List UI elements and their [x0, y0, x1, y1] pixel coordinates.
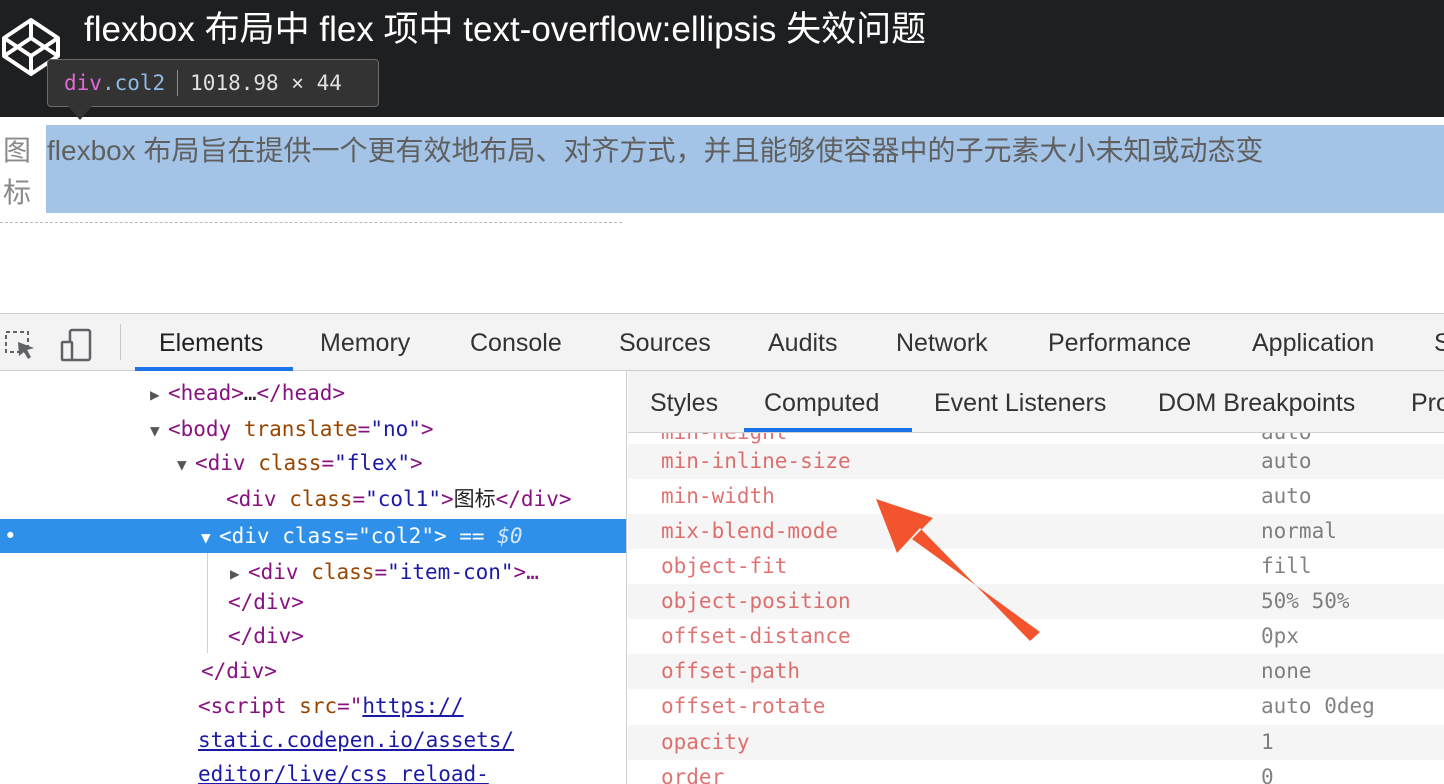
tab-console[interactable]: Console: [470, 314, 562, 370]
page-title: flexbox 布局中 flex 项中 text-overflow:ellips…: [84, 10, 927, 49]
inspect-element-icon[interactable]: [4, 328, 38, 362]
computed-properties-list: min-height auto min-inline-size auto min…: [628, 433, 1444, 784]
property-value: 0px: [1261, 624, 1299, 648]
subtab-computed[interactable]: Computed: [764, 371, 879, 433]
tree-node-head[interactable]: ▶ <head>…</head>: [150, 376, 345, 410]
collapse-triangle-icon[interactable]: ▼: [201, 521, 219, 555]
active-subtab-indicator: [744, 428, 912, 432]
tree-indent-guide: [207, 553, 208, 653]
tree-node-col1[interactable]: <div class="col1">图标</div>: [226, 482, 571, 516]
tab-network[interactable]: Network: [896, 314, 988, 370]
property-name: order: [661, 765, 725, 784]
tab-elements[interactable]: Elements: [159, 314, 263, 370]
property-value: auto: [1261, 449, 1312, 473]
tab-overflow[interactable]: S: [1434, 314, 1444, 370]
tab-application[interactable]: Application: [1252, 314, 1374, 370]
tab-sources[interactable]: Sources: [619, 314, 711, 370]
collapse-triangle-icon[interactable]: ▼: [150, 414, 168, 448]
subtab-event-listeners[interactable]: Event Listeners: [934, 371, 1106, 433]
property-value: 1: [1261, 730, 1274, 754]
property-name: object-fit: [661, 554, 788, 578]
property-name: mix-blend-mode: [661, 519, 839, 543]
computed-row[interactable]: mix-blend-mode normal: [628, 514, 1444, 549]
property-name: min-width: [661, 484, 775, 508]
tree-node-col2-selected[interactable]: • ▼ <div class="col2"> == $0: [0, 519, 626, 553]
tree-node-body[interactable]: ▼ <body translate="no">: [150, 412, 434, 446]
tree-node-item-con[interactable]: ▶ <div class="item-con">…: [230, 555, 539, 589]
devtools-tabbar: Elements Memory Console Sources Audits N…: [0, 313, 1444, 371]
toolbar-divider: [120, 324, 121, 360]
computed-row[interactable]: min-width auto: [628, 479, 1444, 514]
property-value: auto: [1261, 484, 1312, 508]
property-name: opacity: [661, 730, 750, 754]
tooltip-dimensions: 1018.98 × 44: [190, 71, 342, 95]
computed-row[interactable]: offset-distance 0px: [628, 619, 1444, 654]
property-value: fill: [1261, 554, 1312, 578]
expand-triangle-icon[interactable]: ▶: [150, 378, 168, 412]
device-toolbar-icon[interactable]: [60, 328, 94, 362]
tree-node-flex[interactable]: ▼ <div class="flex">: [177, 446, 423, 480]
tooltip-pointer: [68, 106, 92, 120]
property-value: 0: [1261, 765, 1274, 784]
preview-divider: [0, 222, 622, 223]
tree-node-col2[interactable]: ▼ <div class="col2"> == $0: [201, 519, 523, 553]
tooltip-tag: div: [64, 71, 102, 95]
computed-row[interactable]: order 0: [628, 760, 1444, 784]
tree-close-tag[interactable]: </div>: [201, 654, 277, 688]
tree-node-script[interactable]: <script src="https://: [198, 689, 464, 723]
tree-close-tag[interactable]: </div>: [228, 619, 304, 653]
property-name: offset-distance: [661, 624, 851, 648]
subtab-styles[interactable]: Styles: [650, 371, 718, 433]
script-src-link-line[interactable]: static.codepen.io/assets/: [198, 723, 514, 757]
element-inspect-tooltip: div .col2 1018.98 × 44: [47, 59, 379, 107]
collapse-triangle-icon[interactable]: ▼: [177, 448, 195, 482]
computed-row[interactable]: offset-path none: [628, 654, 1444, 689]
property-name: min-inline-size: [661, 449, 851, 473]
tooltip-class: .col2: [101, 71, 166, 95]
script-src-link-line[interactable]: editor/live/css_reload-: [198, 757, 489, 784]
tab-audits[interactable]: Audits: [768, 314, 837, 370]
computed-row[interactable]: opacity 1: [628, 725, 1444, 760]
tree-close-tag[interactable]: </div>: [228, 585, 304, 619]
tab-memory[interactable]: Memory: [320, 314, 410, 370]
property-value: normal: [1261, 519, 1337, 543]
preview-col2-text: flexbox 布局旨在提供一个更有效地布局、对齐方式，并且能够使容器中的子元素…: [47, 135, 1264, 166]
row-marker: •: [4, 524, 17, 548]
elements-dom-tree: ▶ <head>…</head> ▼ <body translate="no"> ▼…: [0, 371, 627, 784]
property-name: offset-path: [661, 659, 801, 683]
property-value: 50% 50%: [1261, 589, 1350, 613]
preview-col1-text: 图标: [3, 135, 32, 208]
computed-row[interactable]: object-position 50% 50%: [628, 584, 1444, 619]
property-value: none: [1261, 659, 1312, 683]
subtab-dom-breakpoints[interactable]: DOM Breakpoints: [1158, 371, 1355, 433]
subtab-properties[interactable]: Pro: [1411, 371, 1444, 433]
computed-row[interactable]: offset-rotate auto 0deg: [628, 689, 1444, 724]
property-name: offset-rotate: [661, 694, 826, 718]
computed-row[interactable]: object-fit fill: [628, 549, 1444, 584]
property-name: object-position: [661, 589, 851, 613]
sidebar-tabbar: Styles Computed Event Listeners DOM Brea…: [628, 371, 1444, 433]
computed-row[interactable]: min-inline-size auto: [628, 444, 1444, 479]
property-value: auto 0deg: [1261, 694, 1375, 718]
tab-performance[interactable]: Performance: [1048, 314, 1191, 370]
tooltip-divider: [177, 70, 179, 96]
script-src-link[interactable]: https://: [362, 694, 463, 718]
